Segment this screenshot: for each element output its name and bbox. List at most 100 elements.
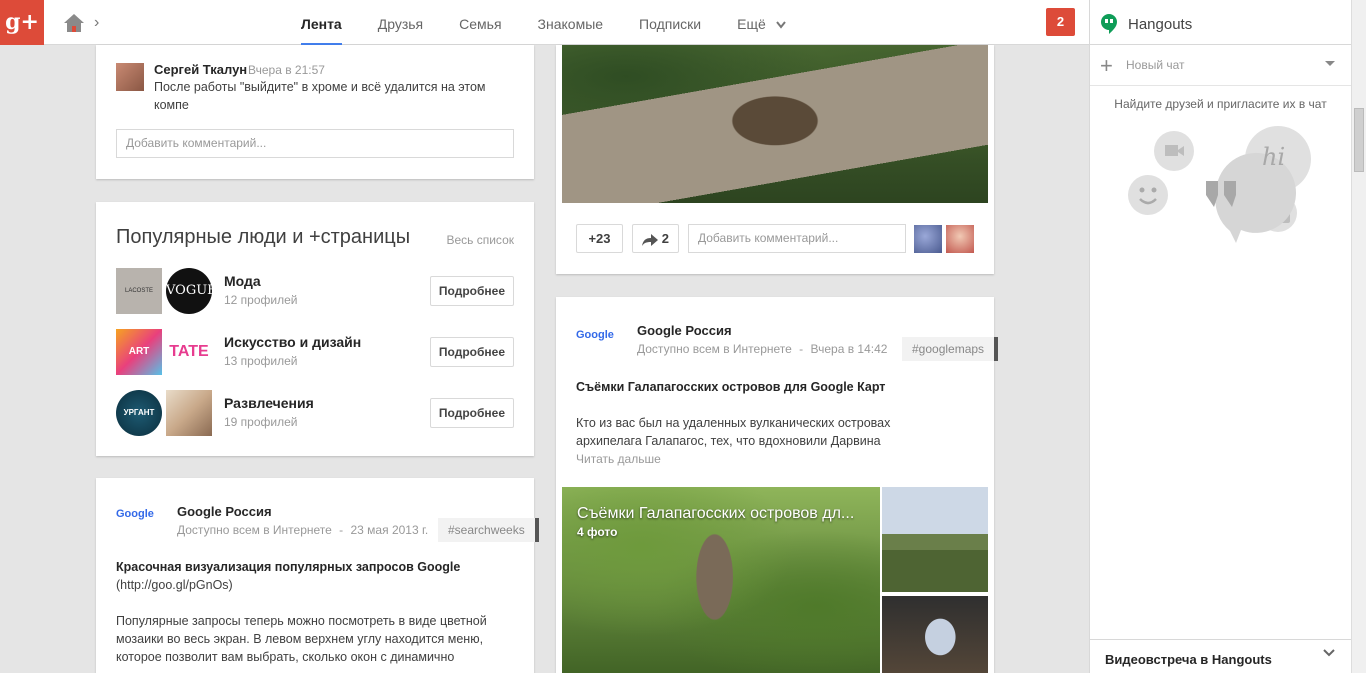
commenter-avatar[interactable]	[946, 225, 974, 253]
category-name[interactable]: Развлечения	[224, 395, 314, 411]
hangouts-panel: + Новый чат Найдите друзей и пригласите …	[1089, 45, 1351, 673]
thumb-text: TATE	[169, 343, 209, 360]
visibility[interactable]: Доступно всем в Интернете	[177, 523, 332, 537]
album-photo[interactable]	[882, 487, 988, 592]
tab-family[interactable]: Семья	[441, 0, 519, 45]
comment-input[interactable]: Добавить комментарий...	[688, 224, 906, 253]
share-icon	[642, 233, 659, 246]
comment-author[interactable]: Сергей Ткалун	[154, 62, 247, 77]
comment-time: Вчера в 21:57	[248, 63, 325, 77]
list-item: ART COM TATE Искусство и дизайн 13 профи…	[116, 329, 514, 403]
logo-word: Google	[116, 508, 154, 520]
chevron-down-icon	[775, 21, 786, 29]
category-thumb[interactable]: VOGUE	[166, 268, 217, 314]
plus-one-button[interactable]: +23	[576, 224, 623, 253]
post-headline: Съёмки Галапагосских островов для Google…	[576, 380, 886, 394]
google-logo[interactable]: Google	[576, 329, 624, 359]
hashtag[interactable]: #googlemaps	[902, 337, 999, 361]
separator: -	[799, 342, 804, 356]
tab-stream[interactable]: Лента	[283, 0, 360, 45]
album-title: Съёмки Галапагосских островов дл...	[577, 505, 855, 522]
hangouts-illustration	[1128, 126, 1311, 243]
category-name[interactable]: Мода	[224, 273, 261, 289]
category-thumb[interactable]: TATE	[166, 329, 212, 375]
page-scrollbar[interactable]	[1351, 0, 1366, 673]
post-body: Кто из вас был на удаленных вулканически…	[576, 416, 891, 448]
category-thumb[interactable]: ART COM	[116, 329, 162, 403]
new-chat-field[interactable]: + Новый чат	[1090, 45, 1351, 86]
avatar[interactable]	[116, 63, 144, 91]
tab-label: Семья	[459, 16, 502, 32]
comment-card: Сергей Ткалун Вчера в 21:57 После работы…	[96, 45, 534, 179]
profile-count: 12 профилей	[224, 293, 298, 307]
chevron-down-icon[interactable]	[1323, 648, 1335, 658]
post-author[interactable]: Google Россия	[177, 504, 272, 519]
comment-input[interactable]: Добавить комментарий...	[116, 129, 514, 158]
post-body: Популярные запросы теперь можно посмотре…	[116, 614, 487, 664]
category-thumb[interactable]: LACOSTE	[116, 268, 162, 314]
top-bar: g+ › Лента Друзья Семья Знакомые Подписк…	[0, 0, 1366, 45]
tab-acquaintances[interactable]: Знакомые	[520, 0, 622, 45]
share-button[interactable]: 2	[632, 224, 679, 253]
hi-bubble-text: hi	[1262, 143, 1286, 171]
post-author[interactable]: Google Россия	[637, 323, 732, 338]
photo-post-card: +23 2 Добавить комментарий...	[556, 45, 994, 274]
category-thumb[interactable]: УРГАНТ	[116, 390, 162, 436]
list-item: LACOSTE VOGUE Мода 12 профилей Подробнее	[116, 268, 514, 314]
hangouts-icon	[1101, 14, 1117, 34]
album-photo[interactable]	[882, 596, 988, 673]
popular-title: Популярные люди и +страницы	[116, 226, 411, 248]
thumb-text: УРГАНТ	[123, 408, 155, 417]
hangouts-title: Hangouts	[1128, 16, 1193, 33]
all-list-link[interactable]: Весь список	[446, 233, 514, 247]
post-title: Красочная визуализация популярных запрос…	[116, 558, 514, 594]
video-call-label: Видеовстреча в Hangouts	[1105, 652, 1272, 667]
tab-more[interactable]: Ещё	[719, 0, 804, 45]
post-card: Google Google Россия Доступно всем в Инт…	[556, 297, 999, 673]
plus-icon: +	[1100, 53, 1113, 78]
hangouts-header[interactable]: Hangouts	[1089, 0, 1351, 45]
post-photo[interactable]	[562, 45, 988, 203]
read-more-link[interactable]: Читать дальше	[576, 452, 661, 466]
google-plus-logo[interactable]: g+	[0, 0, 44, 45]
details-button[interactable]: Подробнее	[429, 276, 514, 306]
home-icon[interactable]	[62, 12, 86, 34]
category-name[interactable]: Искусство и дизайн	[224, 334, 361, 350]
stream-tabs: Лента Друзья Семья Знакомые Подписки Ещё	[283, 0, 804, 45]
post-meta: Доступно всем в Интернете - Вчера в 14:4…	[637, 342, 887, 356]
hashtag[interactable]: #searchweeks	[438, 518, 539, 542]
new-chat-label: Новый чат	[1126, 58, 1185, 72]
google-logo[interactable]: Google	[116, 508, 164, 538]
chevron-right-icon[interactable]: ›	[94, 14, 99, 32]
category-thumb[interactable]	[166, 390, 212, 436]
scrollbar-thumb[interactable]	[1354, 108, 1364, 172]
notifications-badge[interactable]: 2	[1046, 8, 1075, 36]
logo-word: Google	[576, 329, 614, 341]
post-meta: Доступно всем в Интернете - 23 мая 2013 …	[177, 523, 428, 537]
tab-label: Знакомые	[537, 16, 604, 32]
popular-pages-card: Популярные люди и +страницы Весь список …	[96, 202, 534, 456]
tab-friends[interactable]: Друзья	[360, 0, 441, 45]
dropdown-arrow-icon[interactable]	[1325, 61, 1335, 66]
visibility[interactable]: Доступно всем в Интернете	[637, 342, 792, 356]
comment-text: После работы "выйдите" в хроме и всё уда…	[154, 80, 486, 112]
thumb-text: VOGUE	[166, 283, 217, 298]
tab-label: Подписки	[639, 16, 702, 32]
post-link[interactable]: (http://goo.gl/pGnOs)	[116, 578, 233, 592]
share-count: 2	[661, 231, 669, 246]
tab-label: Ещё	[737, 16, 766, 32]
find-friends-text: Найдите друзей и пригласите их в чат	[1114, 97, 1327, 111]
video-call-bar[interactable]: Видеовстреча в Hangouts	[1090, 639, 1351, 673]
details-button[interactable]: Подробнее	[429, 337, 514, 367]
commenter-avatar[interactable]	[914, 225, 942, 253]
details-button[interactable]: Подробнее	[429, 398, 514, 428]
post-date[interactable]: 23 мая 2013 г.	[351, 523, 429, 537]
tab-following[interactable]: Подписки	[621, 0, 719, 45]
album-main-photo[interactable]: Съёмки Галапагосских островов дл... 4 фо…	[562, 487, 880, 673]
post-date[interactable]: Вчера в 14:42	[811, 342, 888, 356]
thumb-text: LACOSTE	[124, 288, 153, 294]
list-item: УРГАНТ Развлечения 19 профилей Подробнее	[116, 390, 514, 436]
post-headline: Красочная визуализация популярных запрос…	[116, 560, 461, 574]
post-title: Съёмки Галапагосских островов для Google…	[576, 378, 974, 396]
profile-count: 19 профилей	[224, 415, 298, 429]
